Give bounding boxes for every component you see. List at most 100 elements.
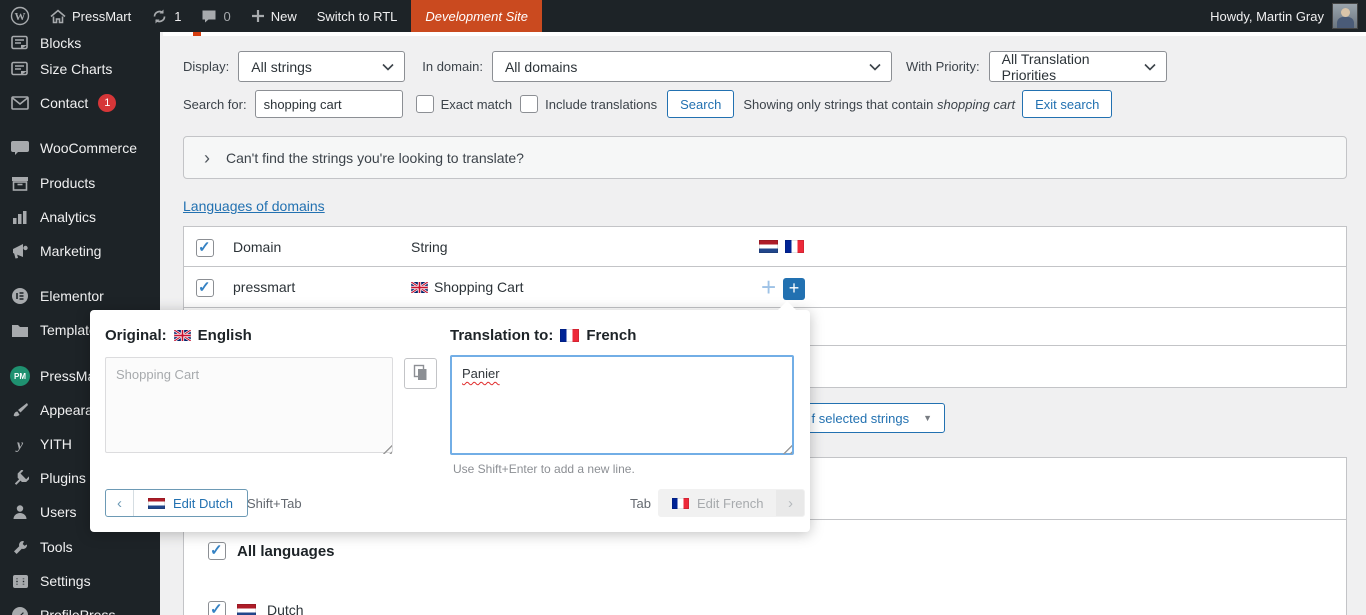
- table-header-row: Domain String: [184, 227, 1346, 267]
- language-columns: [759, 240, 804, 253]
- admin-bar: W PressMart 1 0 New Switch to RTL Develo…: [0, 0, 1366, 32]
- sidebar-item-size-charts[interactable]: Size Charts: [0, 52, 160, 86]
- search-row: Search for: Exact match Include translat…: [183, 90, 1112, 118]
- exit-search-button[interactable]: Exit search: [1022, 90, 1112, 118]
- home-icon: [50, 9, 66, 24]
- exact-match-checkbox[interactable]: [416, 95, 434, 113]
- switch-to-rtl[interactable]: Switch to RTL: [307, 0, 408, 32]
- sidebar-item-label: YITH: [40, 436, 72, 452]
- sidebar-item-woocommerce[interactable]: Woo WooCommerce: [0, 131, 160, 165]
- edit-dutch-label: Edit Dutch: [173, 496, 233, 511]
- priority-filter-label: With Priority:: [906, 59, 980, 74]
- next-shortcut-label: Tab: [630, 496, 651, 511]
- bulk-actions-label: f selected strings: [812, 411, 910, 426]
- sidebar-item-marketing[interactable]: Marketing: [0, 234, 160, 268]
- all-languages-checkbox[interactable]: [208, 542, 226, 560]
- sidebar-item-products[interactable]: Products: [0, 166, 160, 200]
- domain-filter-select[interactable]: All domains: [492, 51, 892, 82]
- translation-header: Translation to: French: [450, 327, 636, 344]
- dutch-checkbox[interactable]: [208, 601, 226, 615]
- domain-column-header: Domain: [233, 239, 281, 255]
- sidebar-item-label: Users: [40, 504, 77, 520]
- result-term: shopping cart: [937, 97, 1015, 112]
- languages-of-domains-link[interactable]: Languages of domains: [183, 198, 325, 214]
- cant-find-strings-accordion[interactable]: › Can't find the strings you're looking …: [183, 136, 1347, 179]
- wrench-icon: [10, 537, 30, 557]
- priority-filter-value: All Translation Priorities: [1002, 51, 1144, 83]
- add-french-translation-icon[interactable]: +: [783, 278, 805, 300]
- sidebar-item-elementor[interactable]: Elementor: [0, 279, 160, 313]
- copy-original-button[interactable]: [404, 358, 437, 389]
- translation-text: Panier: [462, 366, 500, 381]
- pressmart-icon: PM: [10, 366, 30, 386]
- select-all-checkbox[interactable]: [196, 239, 214, 257]
- search-button[interactable]: Search: [667, 90, 734, 118]
- site-name-menu[interactable]: PressMart: [40, 0, 141, 32]
- comments-count: 0: [223, 9, 230, 24]
- include-translations-label: Include translations: [545, 97, 657, 112]
- comments-menu[interactable]: 0: [191, 0, 240, 32]
- dutch-flag-icon: [237, 604, 256, 615]
- avatar[interactable]: [1332, 3, 1358, 29]
- chevron-down-icon: [869, 63, 881, 71]
- search-label: Search for:: [183, 97, 247, 112]
- wordpress-logo[interactable]: W: [0, 0, 40, 32]
- accordion-label: Can't find the strings you're looking to…: [226, 150, 524, 166]
- domain-filter-value: All domains: [505, 59, 577, 75]
- new-content-menu[interactable]: New: [241, 0, 307, 32]
- shift-enter-hint: Use Shift+Enter to add a new line.: [453, 462, 635, 476]
- contact-badge: 1: [98, 94, 116, 112]
- all-languages-label: All languages: [237, 543, 335, 560]
- dutch-flag-icon: [759, 240, 778, 253]
- translation-textarea[interactable]: Panier: [450, 355, 794, 455]
- plus-icon: [251, 9, 265, 23]
- sidebar-item-tools[interactable]: Tools: [0, 530, 160, 564]
- exact-match-label: Exact match: [441, 97, 513, 112]
- dutch-label: Dutch: [267, 602, 304, 615]
- sidebar-item-label: Analytics: [40, 209, 96, 225]
- settings-icon: [10, 571, 30, 591]
- svg-text:W: W: [15, 11, 26, 23]
- products-icon: [10, 173, 30, 193]
- sidebar-item-contact[interactable]: Contact 1: [0, 86, 160, 120]
- copy-icon: [413, 364, 428, 384]
- display-filter-select[interactable]: All strings: [238, 51, 405, 82]
- howdy-label[interactable]: Howdy, Martin Gray: [1210, 9, 1324, 24]
- profilepress-icon: [10, 605, 30, 615]
- priority-filter-select[interactable]: All Translation Priorities: [989, 51, 1167, 82]
- include-translations-checkbox[interactable]: [520, 95, 538, 113]
- updates-menu[interactable]: 1: [141, 0, 191, 32]
- notice-accent: [193, 32, 201, 36]
- row-checkbox[interactable]: [196, 279, 214, 297]
- translation-label: Translation to:: [450, 327, 553, 344]
- environment-badge: Development Site: [411, 0, 542, 32]
- woocommerce-icon: Woo: [10, 138, 30, 158]
- chevron-down-icon: [1144, 63, 1156, 71]
- translation-popup: Original: English Translation to: French…: [90, 310, 810, 532]
- search-input[interactable]: [255, 90, 403, 118]
- row-domain: pressmart: [233, 279, 295, 295]
- megaphone-icon: [10, 241, 30, 261]
- edit-dutch-button[interactable]: ‹ Edit Dutch: [105, 489, 248, 517]
- svg-text:y: y: [15, 438, 24, 452]
- sidebar-item-label: Plugins: [40, 470, 86, 486]
- sidebar-item-label: Blocks: [40, 35, 81, 51]
- sidebar-item-profilepress[interactable]: ProfilePress: [0, 598, 160, 615]
- sidebar-item-label: Products: [40, 175, 95, 191]
- string-value: Shopping Cart: [434, 279, 524, 295]
- search-result-text: Showing only strings that contain shoppi…: [743, 97, 1015, 112]
- sidebar-item-settings[interactable]: Settings: [0, 564, 160, 598]
- uk-flag-icon: [174, 330, 191, 341]
- chevron-right-icon: ›: [204, 149, 210, 167]
- string-column-header: String: [411, 239, 448, 255]
- plugin-icon: [10, 468, 30, 488]
- french-flag-icon: [672, 498, 689, 509]
- uk-flag-icon: [411, 282, 428, 293]
- prev-shortcut-label: Shift+Tab: [247, 496, 302, 511]
- size-charts-icon: [10, 59, 30, 79]
- sidebar-item-label: Contact: [40, 95, 88, 111]
- edit-french-button[interactable]: Edit French ›: [658, 489, 805, 517]
- row-string: Shopping Cart: [411, 279, 524, 295]
- sidebar-item-analytics[interactable]: Analytics: [0, 200, 160, 234]
- add-dutch-translation-icon[interactable]: +: [761, 273, 776, 301]
